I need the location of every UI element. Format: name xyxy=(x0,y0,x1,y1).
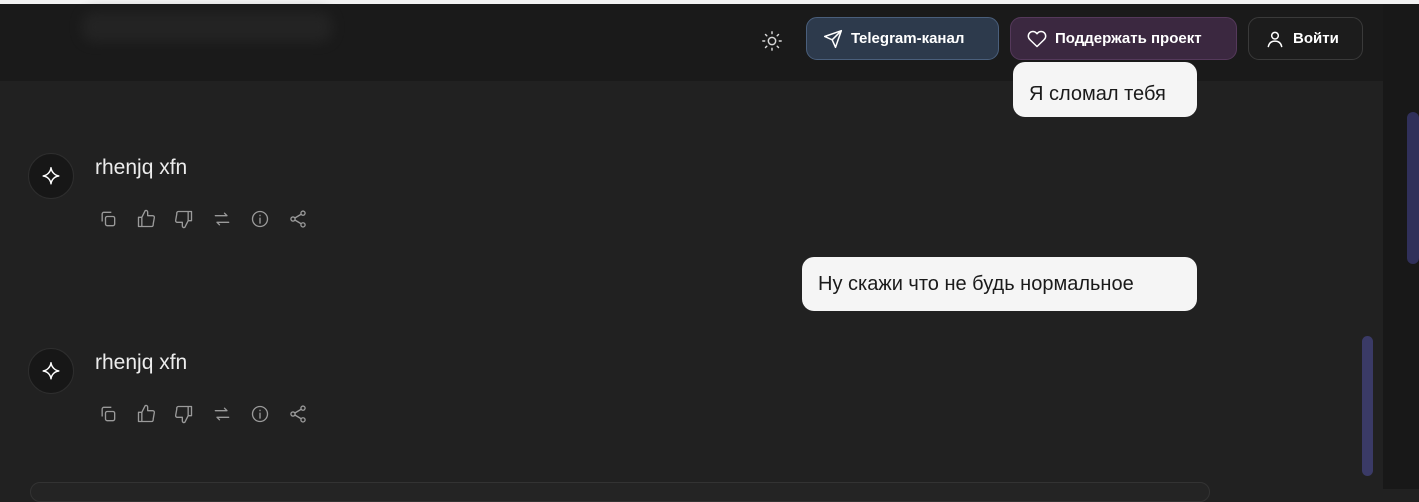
user-message-text: Я сломал тебя xyxy=(1029,83,1166,105)
regenerate-button[interactable] xyxy=(209,401,234,426)
login-label: Войти xyxy=(1293,30,1339,47)
thumbs-up-icon xyxy=(137,404,155,422)
share-button[interactable] xyxy=(285,401,310,426)
like-button[interactable] xyxy=(133,206,158,231)
regenerate-button[interactable] xyxy=(209,206,234,231)
thumbs-up-icon xyxy=(137,209,155,227)
regenerate-icon xyxy=(214,212,229,225)
heart-icon xyxy=(1027,30,1047,47)
chat-scrollbar-thumb[interactable] xyxy=(1362,336,1373,476)
sparkle-icon xyxy=(42,362,60,380)
telegram-channel-label: Telegram-канал xyxy=(851,30,965,47)
sun-icon xyxy=(762,31,782,51)
user-message-text: Ну скажи что не будь нормальное xyxy=(818,272,1134,295)
share-button[interactable] xyxy=(285,206,310,231)
dislike-button[interactable] xyxy=(171,206,196,231)
regenerate-icon xyxy=(214,407,229,420)
message-actions xyxy=(95,401,310,426)
thumbs-down-icon xyxy=(174,210,192,228)
blurred-logo xyxy=(82,12,332,42)
user-message: Я сломал тебя xyxy=(1013,62,1197,117)
info-icon xyxy=(251,210,268,227)
support-project-button[interactable]: Поддержать проект xyxy=(1010,17,1237,60)
share-icon xyxy=(289,404,306,423)
info-button[interactable] xyxy=(247,401,272,426)
login-button[interactable]: Войти xyxy=(1248,17,1363,60)
support-project-label: Поддержать проект xyxy=(1055,30,1202,47)
dislike-button[interactable] xyxy=(171,401,196,426)
share-icon xyxy=(289,209,306,228)
outer-scrollbar-thumb[interactable] xyxy=(1407,112,1419,264)
info-icon xyxy=(251,405,268,422)
assistant-avatar xyxy=(28,153,74,199)
info-button[interactable] xyxy=(247,206,272,231)
message-composer[interactable] xyxy=(30,482,1210,502)
user-message: Ну скажи что не будь нормальное xyxy=(802,257,1197,311)
like-button[interactable] xyxy=(133,401,158,426)
telegram-channel-button[interactable]: Telegram-канал xyxy=(806,17,999,60)
copy-button[interactable] xyxy=(95,401,120,426)
assistant-message-text: rhenjq xfn xyxy=(95,156,188,179)
assistant-avatar xyxy=(28,348,74,394)
copy-icon xyxy=(101,211,115,226)
user-icon xyxy=(1267,31,1283,47)
sparkle-icon xyxy=(42,167,60,185)
send-icon xyxy=(823,29,843,48)
theme-toggle-button[interactable] xyxy=(756,25,788,57)
assistant-message-text: rhenjq xfn xyxy=(95,351,188,374)
message-actions xyxy=(95,206,310,231)
copy-button[interactable] xyxy=(95,206,120,231)
copy-icon xyxy=(101,406,115,421)
thumbs-down-icon xyxy=(174,405,192,423)
